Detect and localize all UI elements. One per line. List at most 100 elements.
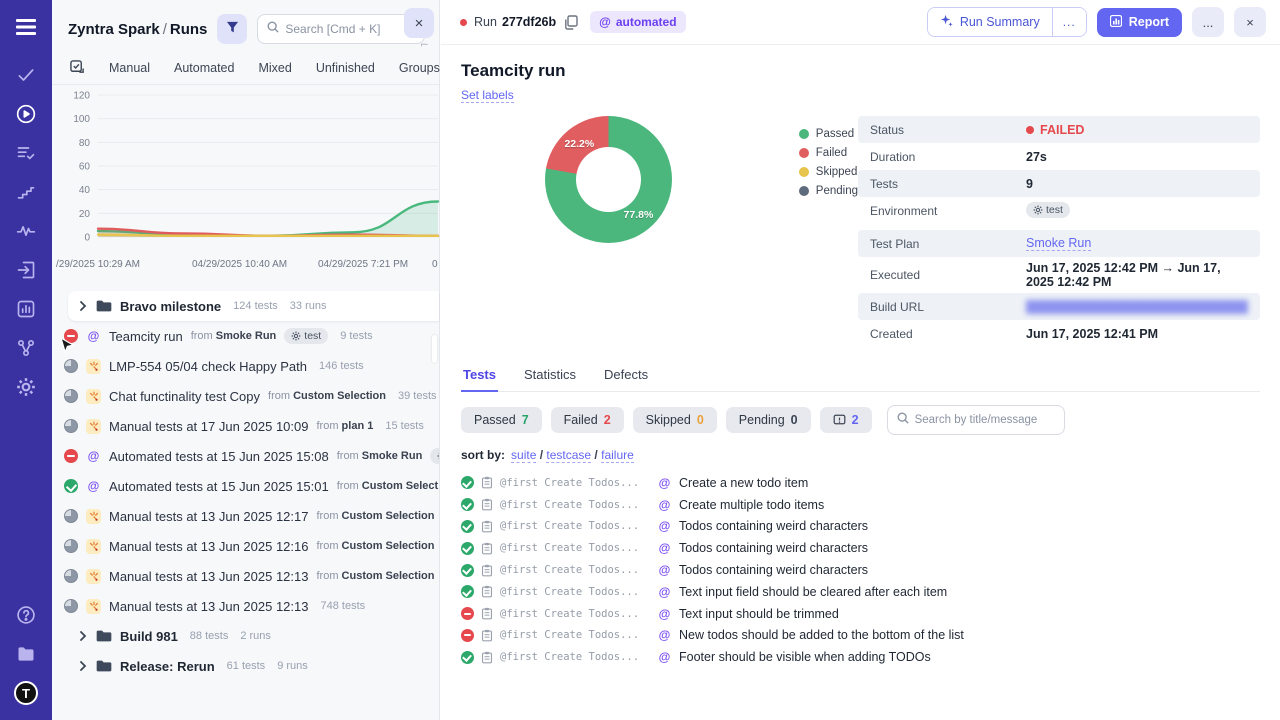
bar-chart-icon — [1109, 14, 1122, 30]
close-run-button[interactable]: × — [1234, 7, 1266, 37]
run-status-pending-icon — [64, 569, 78, 583]
milestone-row[interactable]: Bravo milestone 124 tests 33 runs — [68, 291, 439, 321]
run-row[interactable]: @ Automated tests at 15 Jun 2025 15:01 fro… — [52, 471, 439, 501]
test-status-failed-icon — [461, 628, 474, 642]
settings-gear-icon[interactable] — [13, 374, 39, 400]
test-row[interactable]: @first Create Todos... @ Todos containing … — [461, 559, 1260, 581]
test-suite-path: @first Create Todos... — [500, 564, 640, 577]
manual-run-icon — [86, 508, 101, 524]
runs-tab-manual[interactable]: Manual — [109, 61, 150, 75]
select-all-icon[interactable] — [70, 60, 85, 75]
automated-test-icon: @ — [658, 541, 671, 556]
filter-chip-pending[interactable]: Pending 0 — [725, 407, 811, 433]
list-scrollbar-thumb[interactable] — [432, 335, 437, 363]
branch-icon[interactable] — [13, 335, 39, 361]
test-row[interactable]: @first Create Todos... @ Todos containing … — [461, 537, 1260, 559]
automated-test-icon: @ — [658, 497, 671, 512]
test-plan-link[interactable]: Smoke Run — [1026, 236, 1092, 251]
test-row[interactable]: @first Create Todos... @ Create multiple t… — [461, 494, 1260, 516]
milestone-row[interactable]: Release: Rerun 61 tests 9 runs — [52, 651, 439, 681]
detail-tabs: Tests Statistics Defects — [461, 363, 1260, 392]
sort-option-suite[interactable]: suite — [511, 448, 537, 463]
report-button[interactable]: Report — [1096, 7, 1182, 37]
test-title: Text input field should be cleared after… — [679, 584, 948, 599]
runs-tab-mixed[interactable]: Mixed — [258, 61, 291, 75]
run-summary-button[interactable]: Run Summary — [927, 8, 1052, 36]
run-row[interactable]: Manual tests at 17 Jun 2025 10:09 from pl… — [52, 411, 439, 441]
testcase-clipboard-icon — [481, 585, 493, 598]
run-status-failed-icon — [64, 449, 78, 463]
info-label: Created — [870, 326, 913, 341]
hamburger-menu-icon[interactable] — [13, 14, 39, 40]
tab-tests[interactable]: Tests — [461, 363, 498, 392]
filter-chip-comments[interactable]: 2 — [819, 407, 872, 433]
test-row[interactable]: @first Create Todos... @ Footer should be … — [461, 646, 1260, 668]
sort-option-failure[interactable]: failure — [601, 448, 634, 463]
chevron-right-icon[interactable] — [78, 301, 88, 311]
projects-folder-icon[interactable] — [13, 641, 39, 667]
environment-badge: test — [284, 328, 329, 344]
test-row[interactable]: @first Create Todos... @ New todos should … — [461, 625, 1260, 647]
runs-tab-unfinished[interactable]: Unfinished — [316, 61, 375, 75]
copy-icon[interactable] — [564, 14, 578, 30]
testcase-clipboard-icon — [481, 564, 493, 577]
test-row[interactable]: @first Create Todos... @ Text input should… — [461, 603, 1260, 625]
tests-search[interactable] — [886, 405, 1065, 435]
info-row-environment: Environment test — [858, 197, 1260, 224]
list-check-icon[interactable] — [13, 140, 39, 166]
runs-tab-automated[interactable]: Automated — [174, 61, 234, 75]
pulse-icon[interactable] — [13, 218, 39, 244]
run-row[interactable]: @ Automated tests at 15 Jun 2025 15:08 fro… — [52, 441, 439, 471]
runs-play-icon[interactable] — [13, 101, 39, 127]
legend-label: Passed — [815, 128, 855, 140]
test-row[interactable]: @first Create Todos... @ Todos containing … — [461, 516, 1260, 538]
logo-avatar[interactable]: T — [13, 680, 39, 706]
run-row[interactable]: Manual tests at 13 Jun 2025 12:13 from Cu… — [52, 561, 439, 591]
filter-chip-failed[interactable]: Failed 2 — [550, 407, 624, 433]
chevron-right-icon[interactable] — [78, 661, 88, 671]
runs-search[interactable] — [257, 14, 425, 44]
set-labels-link[interactable]: Set labels — [461, 88, 514, 103]
steps-icon[interactable] — [13, 179, 39, 205]
more-actions-button[interactable]: ... — [1192, 7, 1224, 37]
test-status-passed-icon — [461, 650, 474, 664]
filter-button[interactable] — [217, 14, 248, 44]
build-url-redacted[interactable]: ██████████████████████████████████ — [1026, 300, 1248, 314]
test-row[interactable]: @first Create Todos... @ Text input field … — [461, 581, 1260, 603]
run-row[interactable]: @ Teamcity run from Smoke Run test 9 tests — [52, 321, 439, 351]
panel-collapse-icon[interactable]: ⌐- — [421, 39, 428, 49]
run-source: from plan 1 — [316, 420, 374, 432]
run-row[interactable]: Manual tests at 13 Jun 2025 12:16 from Cu… — [52, 531, 439, 561]
sort-separator: / — [536, 448, 547, 462]
run-row[interactable]: Chat functinality test Copy from Custom S… — [52, 381, 439, 411]
analytics-icon[interactable] — [13, 296, 39, 322]
run-row[interactable]: Manual tests at 13 Jun 2025 12:17 from Cu… — [52, 501, 439, 531]
info-row-duration: Duration 27s — [858, 143, 1260, 170]
automated-test-icon: @ — [658, 606, 671, 621]
test-row[interactable]: @first Create Todos... @ Create a new todo… — [461, 472, 1260, 494]
run-summary-more-button[interactable]: ... — [1051, 8, 1086, 36]
tab-defects[interactable]: Defects — [602, 363, 650, 391]
chevron-right-icon[interactable] — [78, 631, 88, 641]
trend-x-axis-labels: /29/2025 10:29 AM 04/29/2025 10:40 AM 04/2… — [52, 257, 439, 275]
import-icon[interactable] — [13, 257, 39, 283]
panel-close-button[interactable]: × — [404, 8, 434, 38]
tests-search-input[interactable] — [914, 414, 1055, 426]
run-title: Manual tests at 13 Jun 2025 12:13 — [109, 568, 309, 584]
filter-chip-passed[interactable]: Passed 7 — [461, 407, 542, 433]
run-row[interactable]: Manual tests at 13 Jun 2025 12:13 748 tes… — [52, 591, 439, 621]
milestone-row[interactable]: Build 981 88 tests 2 runs — [52, 621, 439, 651]
sort-option-testcase[interactable]: testcase — [546, 448, 592, 463]
milestone-runs-count: 9 runs — [277, 660, 308, 672]
run-title: Manual tests at 17 Jun 2025 10:09 — [109, 418, 309, 434]
run-tests-count: 146 tests — [319, 360, 364, 372]
tab-statistics[interactable]: Statistics — [522, 363, 578, 391]
runs-search-input[interactable] — [285, 22, 415, 36]
run-row[interactable]: LMP-554 05/04 check Happy Path 146 tests — [52, 351, 439, 381]
help-icon[interactable] — [13, 602, 39, 628]
check-icon[interactable] — [13, 62, 39, 88]
milestone-tests-count: 124 tests — [233, 300, 278, 312]
donut-failed-label: 22.2% — [564, 138, 595, 151]
filter-chip-skipped[interactable]: Skipped 0 — [632, 407, 717, 433]
runs-tab-groups[interactable]: Groups — [399, 61, 440, 75]
